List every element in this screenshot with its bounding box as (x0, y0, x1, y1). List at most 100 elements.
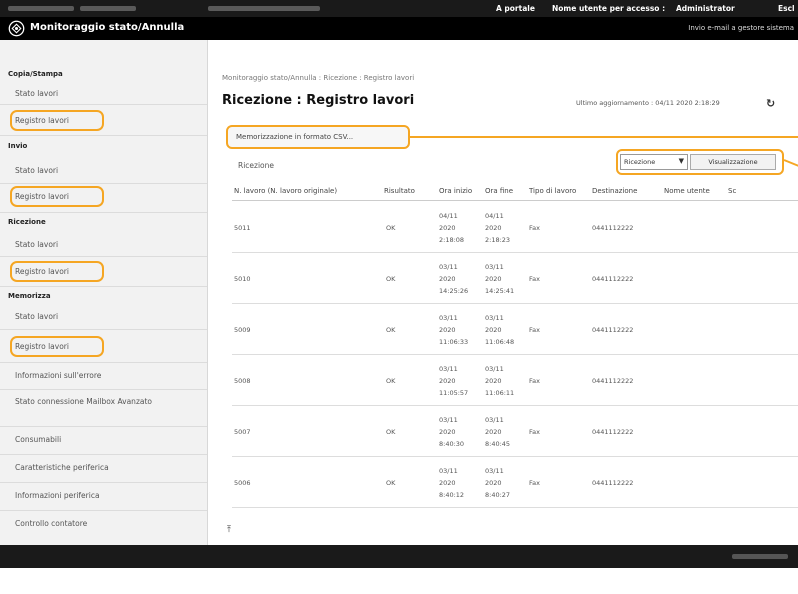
cell-end-time: 8:40:45 (485, 440, 511, 448)
monitor-icon (8, 20, 25, 37)
cell-destination: 0441112222 (592, 275, 634, 283)
divider (0, 183, 207, 184)
sidebar-item-send-job-log[interactable]: Registro lavori (15, 192, 69, 201)
cell-start-time: 2020 (439, 275, 456, 283)
cell-result: OK (386, 224, 396, 232)
divider (0, 212, 207, 213)
email-admin-link[interactable]: Invio e-mail a gestore sistema (688, 24, 794, 32)
sidebar-heading-copy: Copia/Stampa (8, 70, 63, 78)
cell-end-time: 03/11 (485, 416, 504, 424)
cell-start-time: 2:18:08 (439, 236, 465, 244)
sidebar-item-counter-check[interactable]: Controllo contatore (15, 519, 87, 528)
sidebar-item-store-job-status[interactable]: Stato lavori (15, 312, 58, 321)
table-row: 5008 OK 03/11 2020 11:05:57 03/11 2020 11:06:11… (232, 355, 798, 406)
cell-start-time: 2020 (439, 224, 456, 232)
sidebar-item-store-job-log[interactable]: Registro lavori (15, 342, 69, 351)
sidebar-item-mailbox-status[interactable]: Stato connessione Mailbox Avanzato (15, 396, 155, 407)
cell-job-type: Fax (529, 428, 540, 436)
cell-job-type: Fax (529, 479, 540, 487)
cell-start-time: 2020 (439, 377, 456, 385)
page-top-icon[interactable]: ⤒ (227, 525, 231, 535)
table-row: 5010 OK 03/11 2020 14:25:26 03/11 2020 14:25:41… (232, 253, 798, 304)
sidebar-item-send-job-status[interactable]: Stato lavori (15, 166, 58, 175)
cell-start-time: 11:06:33 (439, 338, 469, 346)
last-update-text: Ultimo aggiornamento : 04/11 2020 2:18:2… (576, 99, 720, 107)
divider (0, 482, 207, 483)
column-header: Nome utente (664, 187, 710, 195)
cell-start-time: 2020 (439, 326, 456, 334)
view-button[interactable]: Visualizzazione (690, 154, 776, 170)
divider (0, 135, 207, 136)
sidebar-item-receive-job-status[interactable]: Stato lavori (15, 240, 58, 249)
cell-result: OK (386, 275, 396, 283)
cell-end-time: 11:06:11 (485, 389, 515, 397)
job-type-select[interactable]: Ricezione ▼ (620, 154, 688, 170)
sidebar-heading-store: Memorizza (8, 292, 51, 300)
blurred-device-name (8, 6, 74, 11)
cell-end-time: 04/11 (485, 212, 504, 220)
cell-end-time: 2020 (485, 275, 502, 283)
divider (0, 389, 207, 390)
cell-job-number: 5010 (234, 275, 251, 283)
callout-line (410, 136, 798, 138)
column-header: Destinazione (592, 187, 638, 195)
sidebar-item-copy-job-status[interactable]: Stato lavori (15, 89, 58, 98)
sidebar-item-receive-job-log[interactable]: Registro lavori (15, 267, 69, 276)
chevron-down-icon: ▼ (678, 157, 684, 165)
cell-start-time: 14:25:26 (439, 287, 469, 295)
cell-end-time: 2020 (485, 326, 502, 334)
divider (0, 454, 207, 455)
sidebar-item-device-features[interactable]: Caratteristiche periferica (15, 463, 109, 472)
cell-start-time: 03/11 (439, 365, 458, 373)
cell-job-number: 5011 (234, 224, 251, 232)
page-app-title: Monitoraggio stato/Annulla (30, 22, 185, 33)
column-header: Sc (728, 187, 737, 195)
sidebar-item-copy-job-log[interactable]: Registro lavori (15, 116, 69, 125)
main-content: Monitoraggio stato/Annulla : Ricezione :… (208, 40, 798, 545)
divider (0, 426, 207, 427)
job-type-select-value: Ricezione (624, 158, 656, 166)
cell-destination: 0441112222 (592, 479, 634, 487)
divider (0, 362, 207, 363)
table-row: 5011 OK 04/11 2020 2:18:08 04/11 2020 2:18:23 Fa… (232, 202, 798, 253)
cell-start-time: 03/11 (439, 467, 458, 475)
cell-end-time: 2020 (485, 377, 502, 385)
cell-end-time: 2020 (485, 224, 502, 232)
page-title: Ricezione : Registro lavori (222, 93, 415, 108)
cell-start-time: 03/11 (439, 416, 458, 424)
logout-link[interactable]: Escl (778, 4, 795, 13)
column-header: Tipo di lavoro (529, 187, 577, 195)
cell-job-number: 5008 (234, 377, 251, 385)
login-user-label: Nome utente per accesso : (552, 4, 666, 13)
sidebar-item-consumables[interactable]: Consumabili (15, 435, 61, 444)
portal-link[interactable]: A portale (496, 4, 535, 13)
column-header: Risultato (384, 187, 415, 195)
table-row: 5007 OK 03/11 2020 8:40:30 03/11 2020 8:40:45 Fa… (232, 406, 798, 457)
cell-result: OK (386, 377, 396, 385)
cell-destination: 0441112222 (592, 326, 634, 334)
table-row: 5006 OK 03/11 2020 8:40:12 03/11 2020 8:40:27 Fa… (232, 457, 798, 508)
top-bar: A portale Nome utente per accesso : Admi… (0, 0, 798, 17)
cell-start-time: 03/11 (439, 314, 458, 322)
cell-result: OK (386, 326, 396, 334)
column-header: N. lavoro (N. lavoro originale) (234, 187, 338, 195)
login-user-name: Administrator (676, 4, 735, 13)
cell-destination: 0441112222 (592, 224, 634, 232)
csv-export-button[interactable]: Memorizzazione in formato CSV... (226, 125, 410, 149)
table-header: N. lavoro (N. lavoro originale) Risultat… (232, 183, 798, 201)
divider (0, 104, 207, 105)
cell-start-time: 8:40:12 (439, 491, 465, 499)
footer (0, 545, 798, 568)
cell-end-time: 03/11 (485, 365, 504, 373)
blurred-device-info (80, 6, 136, 11)
cell-start-time: 03/11 (439, 263, 458, 271)
sidebar-item-device-info[interactable]: Informazioni periferica (15, 491, 100, 500)
cell-start-time: 04/11 (439, 212, 458, 220)
cell-end-time: 03/11 (485, 314, 504, 322)
refresh-icon[interactable]: ↻ (766, 97, 775, 110)
cell-destination: 0441112222 (592, 377, 634, 385)
section-label: Ricezione (238, 161, 275, 170)
sidebar-item-error-info[interactable]: Informazioni sull'errore (15, 371, 101, 380)
divider (0, 256, 207, 257)
cell-job-type: Fax (529, 275, 540, 283)
